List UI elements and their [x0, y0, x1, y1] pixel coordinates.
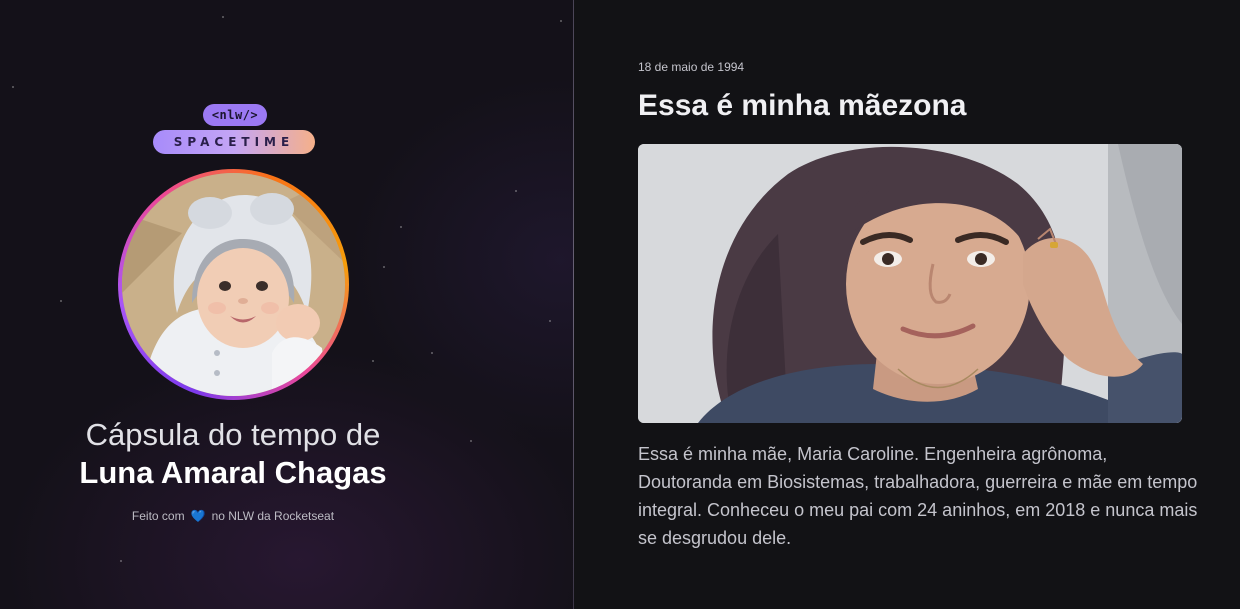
star-decoration — [383, 266, 385, 268]
star-decoration — [431, 352, 433, 354]
baby-photo-illustration — [122, 173, 345, 396]
star-decoration — [400, 226, 402, 228]
star-decoration — [470, 440, 472, 442]
footer-prefix: Feito com — [131, 509, 185, 523]
avatar-ring[interactable] — [118, 169, 349, 400]
star-decoration — [515, 190, 517, 192]
star-decoration — [222, 16, 224, 18]
memory-photo — [638, 144, 1182, 423]
memory-description: Essa é minha mãe, Maria Caroline. Engenh… — [638, 444, 1198, 548]
star-decoration — [120, 560, 122, 562]
spacetime-logo: <nlw/> SPACETIME — [153, 104, 315, 154]
star-decoration — [372, 360, 374, 362]
memory-panel: 18 de maio de 1994 Essa é minha mãezona — [574, 0, 1240, 609]
star-decoration — [12, 86, 14, 88]
memory-date: 18 de maio de 1994 — [638, 60, 745, 74]
spacetime-badge: SPACETIME — [153, 130, 315, 154]
heart-icon: 💙 — [190, 509, 206, 523]
capsule-title: Cápsula do tempo de — [85, 417, 381, 452]
avatar[interactable] — [122, 173, 345, 396]
capsule-owner-name: Luna Amaral Chagas — [79, 455, 387, 490]
memory-title: Essa é minha mãezona — [638, 89, 967, 122]
portrait-photo-illustration — [638, 144, 1182, 423]
star-decoration — [560, 20, 562, 22]
star-decoration — [549, 320, 551, 322]
nlw-badge: <nlw/> — [203, 104, 267, 126]
left-panel: <nlw/> SPACETIME Cápsula do tempo de Lun… — [0, 0, 573, 609]
footer-suffix: no NLW da Rocketseat — [211, 509, 335, 523]
footer-credit: Feito com 💙 no NLW da Rocketseat — [0, 509, 466, 523]
star-decoration — [60, 300, 62, 302]
